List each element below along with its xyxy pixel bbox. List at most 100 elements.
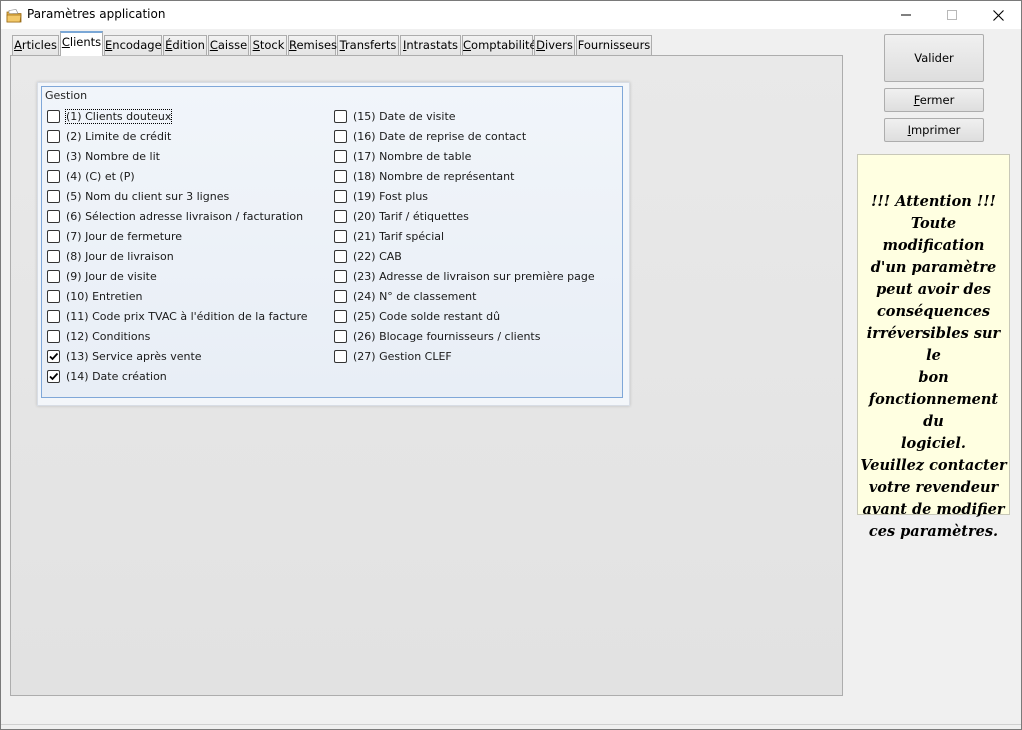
checkbox[interactable] (334, 329, 347, 343)
gestion-option-row[interactable]: (18) Nombre de représentant (334, 168, 514, 184)
gestion-group-title: Gestion (45, 89, 88, 102)
gestion-option-row[interactable]: (23) Adresse de livraison sur première p… (334, 268, 595, 284)
gestion-option-row[interactable]: (7) Jour de fermeture (47, 228, 182, 244)
tab-fournisseurs[interactable]: Fournisseurs (576, 35, 652, 55)
tab-label: Divers (536, 38, 573, 52)
checkbox[interactable] (47, 289, 60, 303)
gestion-option-row[interactable]: (25) Code solde restant dû (334, 308, 500, 324)
gestion-option-row[interactable]: (17) Nombre de table (334, 148, 471, 164)
checkbox[interactable] (47, 269, 60, 283)
gestion-option-row[interactable]: (10) Entretien (47, 288, 142, 304)
gestion-option-label: (4) (C) et (P) (66, 169, 135, 183)
tab-intrastats[interactable]: Intrastats (400, 35, 461, 55)
gestion-option-row[interactable]: (22) CAB (334, 248, 402, 264)
gestion-option-label: (10) Entretien (66, 289, 143, 303)
window-title: Paramètres application (27, 7, 166, 21)
tab-divers[interactable]: Divers (534, 35, 575, 55)
tab-caisse[interactable]: Caisse (208, 35, 249, 55)
checkbox[interactable] (334, 349, 347, 363)
checkbox[interactable] (47, 249, 60, 263)
validate-button[interactable]: Valider (884, 34, 984, 82)
gestion-option-row[interactable]: (13) Service après vente (47, 348, 202, 364)
checkbox[interactable] (334, 289, 347, 303)
close-button-label: Fermer (913, 93, 955, 107)
gestion-option-row[interactable]: (9) Jour de visite (47, 268, 157, 284)
checkbox[interactable] (47, 309, 60, 323)
checkbox[interactable] (47, 109, 60, 123)
gestion-option-row[interactable]: (8) Jour de livraison (47, 248, 174, 264)
title-bar: Paramètres application (1, 1, 1021, 29)
gestion-option-row[interactable]: (1) Clients douteux (47, 108, 173, 124)
gestion-option-row[interactable]: (12) Conditions (47, 328, 150, 344)
checkmark-icon (49, 372, 59, 380)
maximize-button[interactable] (929, 1, 975, 29)
gestion-option-row[interactable]: (24) N° de classement (334, 288, 476, 304)
gestion-option-row[interactable]: (14) Date création (47, 368, 167, 384)
checkbox-checked[interactable] (47, 369, 60, 383)
gestion-option-label: (18) Nombre de représentant (353, 169, 515, 183)
gestion-option-label: (5) Nom du client sur 3 lignes (66, 189, 230, 203)
close-button[interactable]: Fermer (884, 88, 984, 112)
checkbox[interactable] (47, 189, 60, 203)
gestion-option-row[interactable]: (20) Tarif / étiquettes (334, 208, 469, 224)
tab-comptabilite[interactable]: Comptabilité (462, 35, 537, 55)
gestion-option-label: (19) Fost plus (353, 189, 429, 203)
checkbox[interactable] (334, 309, 347, 323)
gestion-option-row[interactable]: (4) (C) et (P) (47, 168, 135, 184)
tab-label: Clients (61, 35, 102, 49)
gestion-option-row[interactable]: (27) Gestion CLEF (334, 348, 452, 364)
gestion-option-row[interactable]: (11) Code prix TVAC à l'édition de la fa… (47, 308, 308, 324)
gestion-option-label: (26) Blocage fournisseurs / clients (353, 329, 541, 343)
gestion-option-row[interactable]: (16) Date de reprise de contact (334, 128, 526, 144)
gestion-option-row[interactable]: (26) Blocage fournisseurs / clients (334, 328, 540, 344)
checkbox[interactable] (334, 249, 347, 263)
checkbox[interactable] (334, 229, 347, 243)
print-button[interactable]: Imprimer (884, 118, 984, 142)
gestion-option-row[interactable]: (3) Nombre de lit (47, 148, 160, 164)
gestion-option-label: (22) CAB (353, 249, 402, 263)
tab-encodage[interactable]: Encodage (104, 35, 162, 55)
gestion-option-row[interactable]: (2) Limite de crédit (47, 128, 171, 144)
tab-label: Intrastats (402, 38, 459, 52)
checkbox[interactable] (334, 269, 347, 283)
checkbox[interactable] (334, 189, 347, 203)
checkbox[interactable] (47, 209, 60, 223)
tab-articles[interactable]: Articles (12, 35, 59, 55)
checkbox[interactable] (47, 229, 60, 243)
checkbox[interactable] (47, 129, 60, 143)
checkbox-checked[interactable] (47, 349, 60, 363)
gestion-option-row[interactable]: (5) Nom du client sur 3 lignes (47, 188, 229, 204)
validate-button-label: Valider (914, 51, 954, 65)
gestion-option-label: (8) Jour de livraison (66, 249, 174, 263)
gestion-option-row[interactable]: (6) Sélection adresse livraison / factur… (47, 208, 303, 224)
checkbox[interactable] (47, 169, 60, 183)
gestion-option-label: (7) Jour de fermeture (66, 229, 183, 243)
gestion-option-row[interactable]: (19) Fost plus (334, 188, 428, 204)
tab-label: Encodage (105, 38, 162, 52)
tab-stock[interactable]: Stock (250, 35, 287, 55)
tab-label: Transferts (339, 38, 397, 52)
checkbox[interactable] (47, 149, 60, 163)
checkbox[interactable] (47, 329, 60, 343)
tab-clients[interactable]: Clients (60, 31, 103, 56)
gestion-option-row[interactable]: (15) Date de visite (334, 108, 456, 124)
gestion-option-label: (15) Date de visite (353, 109, 456, 123)
gestion-option-label: (23) Adresse de livraison sur première p… (353, 269, 595, 283)
close-icon (992, 9, 1004, 21)
checkbox[interactable] (334, 129, 347, 143)
checkbox[interactable] (334, 149, 347, 163)
tab-remises[interactable]: Remises (288, 35, 338, 55)
minimize-icon (901, 14, 911, 16)
gestion-option-row[interactable]: (21) Tarif spécial (334, 228, 444, 244)
minimize-button[interactable] (883, 1, 929, 29)
tab-transferts[interactable]: Transferts (337, 35, 399, 55)
checkbox[interactable] (334, 209, 347, 223)
tab-edition[interactable]: Édition (163, 35, 207, 55)
close-window-button[interactable] (975, 1, 1021, 29)
checkbox[interactable] (334, 109, 347, 123)
gestion-option-label: (3) Nombre de lit (66, 149, 160, 163)
tab-label: Remises (289, 38, 338, 52)
gestion-option-label: (1) Clients douteux (64, 108, 173, 124)
tab-label: Édition (165, 38, 205, 52)
checkbox[interactable] (334, 169, 347, 183)
